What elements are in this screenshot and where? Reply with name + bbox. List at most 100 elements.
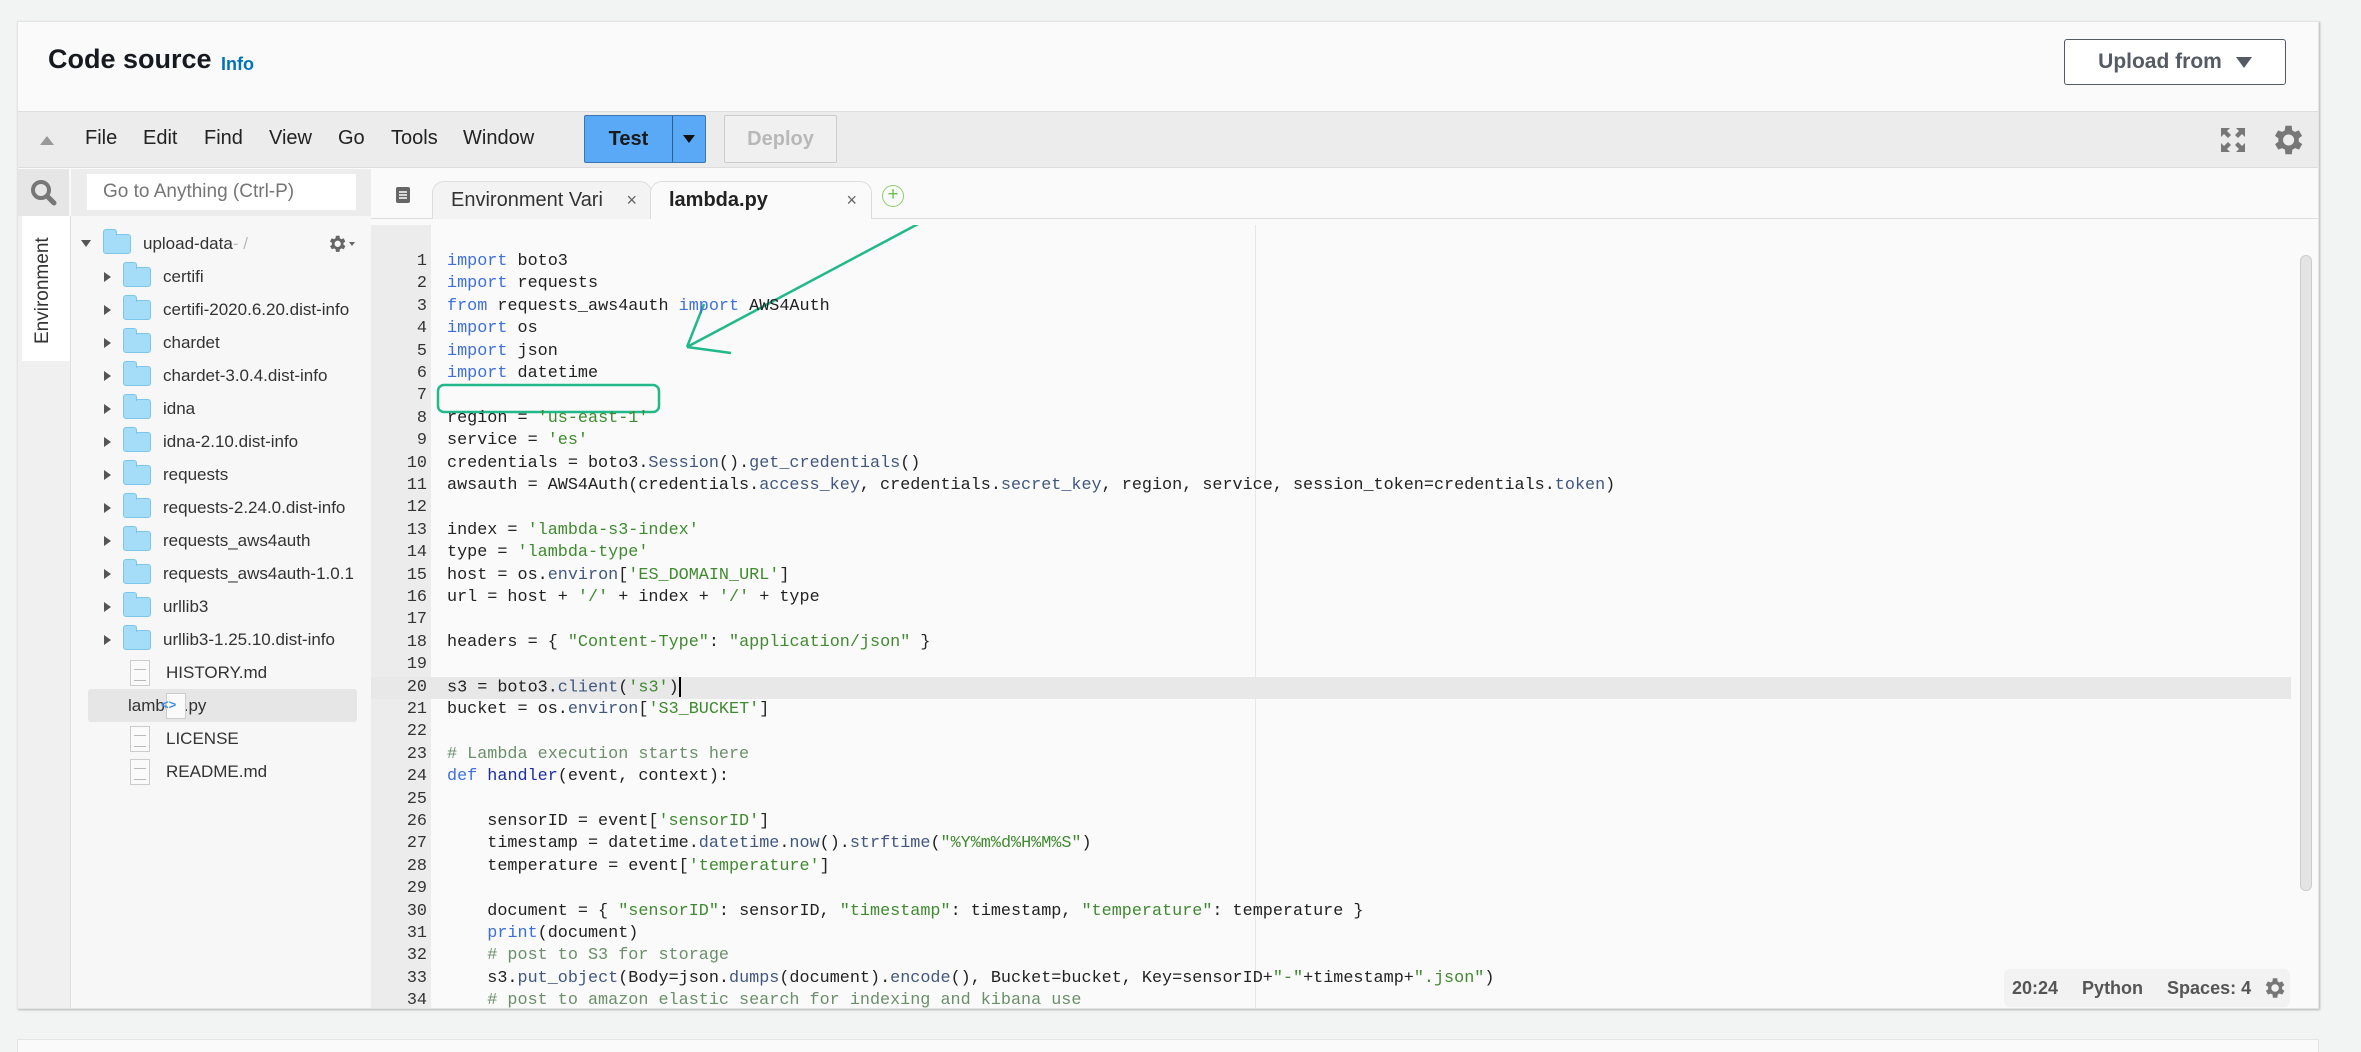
- environment-tab[interactable]: Environment: [22, 216, 70, 361]
- code-line[interactable]: 19: [371, 654, 2291, 676]
- menu-view[interactable]: View: [269, 127, 312, 150]
- cursor-position[interactable]: 20:24: [2012, 978, 2058, 999]
- settings-gear-icon[interactable]: [2268, 121, 2306, 159]
- sidebar-search-button[interactable]: [18, 169, 69, 216]
- tree-folder[interactable]: urllib3-1.25.10.dist-info: [104, 623, 371, 656]
- code-line[interactable]: 5 import json: [371, 341, 2291, 363]
- code-line[interactable]: 9 service = 'es': [371, 430, 2291, 452]
- expand-arrow-icon[interactable]: [104, 304, 111, 315]
- new-tab-plus-icon[interactable]: +: [882, 185, 904, 207]
- code-line[interactable]: 31 print(document): [371, 923, 2291, 945]
- code-line[interactable]: 20 s3 = boto3.client('s3'): [371, 676, 2291, 699]
- code-text: service = 'es': [447, 431, 589, 451]
- tree-folder[interactable]: idna: [104, 392, 371, 425]
- indentation-setting[interactable]: Spaces: 4: [2167, 978, 2251, 999]
- tree-folder[interactable]: requests-2.24.0.dist-info: [104, 491, 371, 524]
- tree-folder[interactable]: requests_aws4auth-1.0.1: [104, 557, 371, 590]
- close-tab-icon[interactable]: ×: [846, 190, 857, 211]
- fullscreen-icon[interactable]: [2219, 126, 2247, 154]
- language-mode[interactable]: Python: [2082, 978, 2143, 999]
- code-line[interactable]: 13 index = 'lambda-s3-index': [371, 520, 2291, 542]
- expand-arrow-icon[interactable]: [104, 436, 111, 447]
- code-line[interactable]: 28 temperature = event['temperature']: [371, 856, 2291, 878]
- expand-arrow-icon[interactable]: [81, 240, 91, 247]
- menu-edit[interactable]: Edit: [143, 127, 177, 150]
- code-line[interactable]: 12: [371, 497, 2291, 519]
- tree-folder[interactable]: requests: [104, 458, 371, 491]
- tree-settings-gear-icon[interactable]: [325, 233, 357, 255]
- test-dropdown-button[interactable]: [673, 116, 705, 162]
- tree-folder[interactable]: chardet: [104, 326, 371, 359]
- code-editor[interactable]: 1 import boto3 2 import requests 3 from reque…: [371, 225, 2318, 1008]
- info-link[interactable]: Info: [221, 54, 254, 75]
- tab-environment-variables[interactable]: Environment Vari ×: [432, 181, 652, 219]
- test-button-group: Test: [584, 115, 706, 163]
- tab-list-icon[interactable]: [393, 185, 413, 205]
- collapse-up-icon[interactable]: [40, 136, 54, 145]
- expand-arrow-icon[interactable]: [104, 502, 111, 513]
- code-line[interactable]: 3 from requests_aws4auth import AWS4Auth: [371, 296, 2291, 318]
- tree-folder[interactable]: urllib3: [104, 590, 371, 623]
- code-line[interactable]: 33 s3.put_object(Body=json.dumps(documen…: [371, 968, 2291, 990]
- code-line[interactable]: 10 credentials = boto3.Session().get_cred…: [371, 453, 2291, 475]
- tab-lambda-py[interactable]: lambda.py ×: [650, 181, 872, 219]
- tree-folder[interactable]: certifi: [104, 260, 371, 293]
- tree-file[interactable]: LICENSE: [88, 722, 357, 755]
- test-button[interactable]: Test: [585, 116, 673, 162]
- tree-file[interactable]: lambda.py: [88, 689, 357, 722]
- expand-arrow-icon[interactable]: [104, 370, 111, 381]
- expand-arrow-icon[interactable]: [104, 271, 111, 282]
- code-line[interactable]: 17: [371, 609, 2291, 631]
- line-number: 31: [406, 924, 427, 943]
- tree-folder[interactable]: requests_aws4auth: [104, 524, 371, 557]
- code-line[interactable]: 30 document = { "sensorID": sensorID, "t…: [371, 901, 2291, 923]
- code-line[interactable]: 7: [371, 385, 2291, 407]
- code-line[interactable]: 34 # post to amazon elastic search for i…: [371, 990, 2291, 1008]
- code-line[interactable]: 1 import boto3: [371, 251, 2291, 273]
- code-line[interactable]: 29: [371, 878, 2291, 900]
- code-line[interactable]: 15 host = os.environ['ES_DOMAIN_URL']: [371, 565, 2291, 587]
- code-line[interactable]: 23 # Lambda execution starts here: [371, 744, 2291, 766]
- code-line[interactable]: 27 timestamp = datetime.datetime.now().s…: [371, 833, 2291, 855]
- code-line[interactable]: 6 import datetime: [371, 363, 2291, 385]
- code-line[interactable]: 8 region = 'us-east-1': [371, 408, 2291, 430]
- menu-window[interactable]: Window: [463, 127, 534, 150]
- code-line[interactable]: 25: [371, 789, 2291, 811]
- code-line[interactable]: 26 sensorID = event['sensorID']: [371, 811, 2291, 833]
- tree-folder[interactable]: idna-2.10.dist-info: [104, 425, 371, 458]
- expand-arrow-icon[interactable]: [104, 337, 111, 348]
- vertical-scrollbar[interactable]: [2300, 255, 2312, 891]
- tree-file[interactable]: README.md: [88, 755, 357, 788]
- code-line[interactable]: 22: [371, 721, 2291, 743]
- root-folder-label: upload-data: [143, 233, 233, 253]
- menu-tools[interactable]: Tools: [391, 127, 438, 150]
- status-settings-gear-icon[interactable]: [2261, 975, 2287, 1001]
- editor-status-bar: 20:24 Python Spaces: 4: [2004, 969, 2290, 1007]
- go-to-anything-input[interactable]: [87, 174, 356, 210]
- menu-go[interactable]: Go: [338, 127, 365, 150]
- expand-arrow-icon[interactable]: [104, 535, 111, 546]
- deploy-button[interactable]: Deploy: [724, 115, 837, 163]
- close-tab-icon[interactable]: ×: [626, 190, 637, 211]
- code-line[interactable]: 18 headers = { "Content-Type": "applicati…: [371, 632, 2291, 654]
- expand-arrow-icon[interactable]: [104, 469, 111, 480]
- code-line[interactable]: 24 def handler(event, context):: [371, 766, 2291, 788]
- expand-arrow-icon[interactable]: [104, 568, 111, 579]
- expand-arrow-icon[interactable]: [104, 634, 111, 645]
- code-line[interactable]: 21 bucket = os.environ['S3_BUCKET']: [371, 699, 2291, 721]
- tree-folder[interactable]: certifi-2020.6.20.dist-info: [104, 293, 371, 326]
- code-line[interactable]: 11 awsauth = AWS4Auth(credentials.access_…: [371, 475, 2291, 497]
- code-line[interactable]: 4 import os: [371, 318, 2291, 340]
- expand-arrow-icon[interactable]: [104, 403, 111, 414]
- menu-file[interactable]: File: [85, 127, 117, 150]
- menu-find[interactable]: Find: [204, 127, 243, 150]
- code-line[interactable]: 32 # post to S3 for storage: [371, 945, 2291, 967]
- code-line[interactable]: 14 type = 'lambda-type': [371, 542, 2291, 564]
- code-line[interactable]: 2 import requests: [371, 273, 2291, 295]
- code-line[interactable]: 16 url = host + '/' + index + '/' + type: [371, 587, 2291, 609]
- tree-file[interactable]: HISTORY.md: [88, 656, 357, 689]
- expand-arrow-icon[interactable]: [104, 601, 111, 612]
- upload-from-button[interactable]: Upload from: [2064, 39, 2286, 85]
- tree-folder[interactable]: chardet-3.0.4.dist-info: [104, 359, 371, 392]
- tree-root-upload-data[interactable]: upload-data - /: [81, 227, 371, 260]
